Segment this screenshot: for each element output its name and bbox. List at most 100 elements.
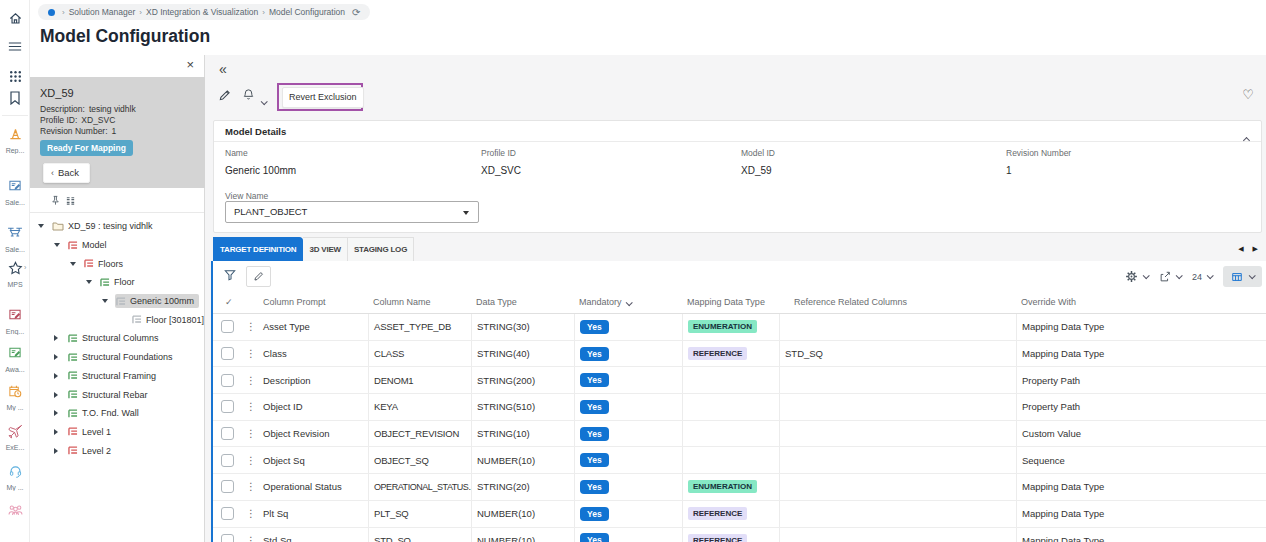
table-row[interactable]: ⋮ClassCLASSSTRING(40)YesREFERENCESTD_SQM… xyxy=(213,341,1266,368)
column-header[interactable]: Column Name xyxy=(368,297,471,307)
tree-caret-icon[interactable] xyxy=(70,262,83,266)
row-checkbox[interactable] xyxy=(221,454,234,467)
column-header[interactable]: Mandatory xyxy=(574,297,682,307)
table-export-control[interactable] xyxy=(1159,271,1181,283)
favorite-heart-icon[interactable]: ♡ xyxy=(1242,87,1254,102)
tree-item[interactable]: Level 1 xyxy=(30,423,204,442)
tree-item[interactable]: Floor xyxy=(30,273,204,292)
table-row[interactable]: ⋮Object IDKEYASTRING(510)YesProperty Pat… xyxy=(213,394,1266,421)
cone-icon[interactable] xyxy=(0,127,30,141)
tree-caret-icon[interactable] xyxy=(38,224,51,228)
view-name-select[interactable]: PLANT_OBJECT xyxy=(225,201,479,223)
table-row[interactable]: ⋮Asset TypeASSET_TYPE_DBSTRING(30)YesENU… xyxy=(213,314,1266,341)
grid-icon[interactable] xyxy=(0,70,30,83)
breadcrumb-item[interactable]: Solution Manager xyxy=(69,7,136,17)
edit-icon[interactable] xyxy=(218,89,231,102)
row-checkbox[interactable] xyxy=(221,480,234,493)
back-button[interactable]: ‹Back xyxy=(43,163,90,183)
tree-item[interactable]: T.O. Fnd. Wall xyxy=(30,404,204,423)
row-checkbox[interactable] xyxy=(221,534,234,542)
row-checkbox[interactable] xyxy=(221,427,234,440)
tab-pager[interactable]: ◀▶ xyxy=(1229,245,1258,253)
column-header[interactable]: Column Prompt xyxy=(258,297,368,307)
tree-item[interactable]: Floor [301801] xyxy=(30,310,204,329)
tree-item[interactable]: Model xyxy=(30,236,204,255)
tree-caret-icon[interactable] xyxy=(54,392,67,398)
tree-item[interactable]: Structural Framing xyxy=(30,367,204,386)
tab-3d-view[interactable]: 3D VIEW xyxy=(303,237,348,261)
table-row[interactable]: ⋮Object SqOBJECT_SQNUMBER(10)YesSequence xyxy=(213,447,1266,474)
table-row[interactable]: ⋮Object RevisionOBJECT_REVISIONSTRING(10… xyxy=(213,421,1266,448)
column-header[interactable]: Override With xyxy=(1016,297,1266,307)
plane-icon[interactable] xyxy=(0,424,30,439)
filter-icon[interactable] xyxy=(224,269,236,281)
row-checkbox[interactable] xyxy=(221,374,234,387)
bell-icon[interactable] xyxy=(242,88,255,101)
collapse-panel-icon[interactable]: « xyxy=(219,61,227,77)
row-menu-icon[interactable]: ⋮ xyxy=(240,474,258,500)
revert-exclusion-button[interactable]: Revert Exclusion xyxy=(282,87,364,108)
breadcrumb-item[interactable]: XD Integration & Visualization xyxy=(146,7,258,17)
doc-edit-icon[interactable] xyxy=(0,346,30,359)
tree-caret-icon[interactable] xyxy=(54,448,67,454)
chevron-down-icon[interactable] xyxy=(261,91,266,109)
column-header[interactable]: Reference Related Columns xyxy=(779,297,1016,307)
table-row[interactable]: ⋮Operational StatusOPERATIONAL_STATUS...… xyxy=(213,474,1266,501)
doc-edit-icon[interactable] xyxy=(0,179,30,192)
tree-caret-icon[interactable] xyxy=(54,429,67,435)
table-settings-control[interactable] xyxy=(1125,270,1148,283)
layout-grid-icon[interactable] xyxy=(65,195,76,206)
table-view-button[interactable] xyxy=(1223,266,1262,287)
drone-icon[interactable] xyxy=(0,226,30,238)
tree-caret-icon[interactable] xyxy=(54,243,67,247)
people-icon[interactable] xyxy=(0,504,30,516)
row-menu-icon[interactable]: ⋮ xyxy=(240,421,258,447)
page-right-icon[interactable]: ▶ xyxy=(1253,245,1258,252)
tree-item[interactable]: Structural Columns xyxy=(30,329,204,348)
row-menu-icon[interactable]: ⋮ xyxy=(240,447,258,473)
tree-item[interactable]: Generic 100mm xyxy=(30,292,204,311)
table-row[interactable]: ⋮Std SqSTD_SQNUMBER(10)YesREFERENCEMappi… xyxy=(213,528,1266,542)
tree-caret-icon[interactable] xyxy=(54,354,67,360)
breadcrumb[interactable]: ›Solution Manager›XD Integration & Visua… xyxy=(38,4,370,20)
pin-icon[interactable] xyxy=(50,195,61,206)
table-edit-button[interactable] xyxy=(246,266,271,287)
tree-item[interactable]: Level 2 xyxy=(30,441,204,460)
tab-staging-log[interactable]: STAGING LOG xyxy=(348,237,414,261)
tree-caret-icon[interactable] xyxy=(54,410,67,416)
row-menu-icon[interactable]: ⋮ xyxy=(240,394,258,420)
row-checkbox[interactable] xyxy=(221,507,234,520)
tree-item[interactable]: Structural Rebar xyxy=(30,385,204,404)
tree-caret-icon[interactable] xyxy=(102,299,115,303)
page-left-icon[interactable]: ◀ xyxy=(1238,245,1243,252)
home-icon[interactable] xyxy=(0,11,30,26)
tree-caret-icon[interactable] xyxy=(54,373,67,379)
doc-edit-icon[interactable] xyxy=(0,308,30,321)
bookmark-icon[interactable] xyxy=(0,91,30,105)
tab-target-definition[interactable]: TARGET DEFINITION xyxy=(213,237,303,261)
row-menu-icon[interactable]: ⋮ xyxy=(240,341,258,367)
menu-icon[interactable] xyxy=(0,41,30,52)
tree-item[interactable]: Structural Foundations xyxy=(30,348,204,367)
tree-caret-icon[interactable] xyxy=(86,280,99,284)
calendar-icon[interactable] xyxy=(0,384,30,398)
row-menu-icon[interactable]: ⋮ xyxy=(240,528,258,542)
tree-item[interactable]: Floors xyxy=(30,254,204,273)
tree-item[interactable]: XD_59 : tesing vidhlk xyxy=(30,217,204,236)
tree-caret-icon[interactable] xyxy=(54,335,67,341)
close-icon[interactable]: × xyxy=(186,58,194,72)
page-size-control[interactable]: 24 xyxy=(1192,272,1212,282)
row-checkbox[interactable] xyxy=(221,400,234,413)
row-checkbox[interactable] xyxy=(221,347,234,360)
table-row[interactable]: ⋮Plt SqPLT_SQNUMBER(10)YesREFERENCEMappi… xyxy=(213,501,1266,528)
row-menu-icon[interactable]: ⋮ xyxy=(240,314,258,340)
row-menu-icon[interactable]: ⋮ xyxy=(240,501,258,527)
select-all-check[interactable]: ✓ xyxy=(213,297,240,307)
refresh-icon[interactable]: ⟳ xyxy=(352,7,360,18)
breadcrumb-item[interactable]: Model Configuration xyxy=(269,7,345,17)
column-header[interactable]: Data Type xyxy=(471,297,574,307)
column-header[interactable]: Mapping Data Type xyxy=(682,297,779,307)
headset-icon[interactable] xyxy=(0,464,30,478)
star-expand-icon[interactable]: › xyxy=(24,264,26,271)
row-checkbox[interactable] xyxy=(221,320,234,333)
